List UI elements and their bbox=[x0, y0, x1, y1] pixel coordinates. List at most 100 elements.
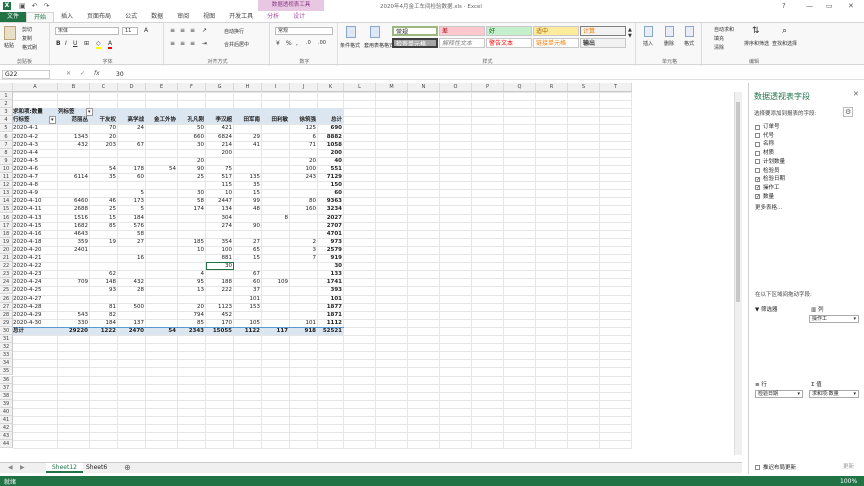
pivot-value-cell[interactable]: 25 bbox=[178, 173, 206, 181]
pivot-value-cell[interactable]: 54 bbox=[146, 165, 178, 173]
row-header[interactable]: 10 bbox=[0, 164, 13, 173]
orientation-icon[interactable]: ↗ bbox=[202, 27, 207, 34]
pivot-value-cell[interactable]: 214 bbox=[206, 141, 234, 149]
pivot-value-cell[interactable]: 101 bbox=[290, 319, 318, 327]
row-header[interactable]: 12 bbox=[0, 181, 13, 190]
row-header[interactable]: 7 bbox=[0, 140, 13, 149]
pivot-value-cell[interactable]: 109 bbox=[262, 278, 290, 286]
pivot-value-cell[interactable]: 27 bbox=[234, 238, 262, 246]
column-header[interactable]: M bbox=[376, 83, 408, 92]
row-header[interactable]: 27 bbox=[0, 302, 13, 311]
style-good[interactable]: 好 bbox=[486, 26, 532, 36]
row-header[interactable]: 42 bbox=[0, 424, 13, 433]
pivot-row-label[interactable]: 2020-4-2 bbox=[13, 133, 58, 141]
pivot-row-label[interactable]: 2020-4-23 bbox=[13, 270, 58, 278]
row-header[interactable]: 19 bbox=[0, 237, 13, 246]
decimal-increase-icon[interactable]: .0 bbox=[306, 40, 311, 46]
comma-icon[interactable]: , bbox=[296, 40, 298, 47]
pivot-value-cell[interactable]: 95 bbox=[178, 278, 206, 286]
pivot-value-cell[interactable]: 100 bbox=[290, 165, 318, 173]
column-header[interactable]: H bbox=[234, 83, 262, 92]
pivot-value-cell[interactable]: 85 bbox=[178, 319, 206, 327]
pivot-value-cell[interactable]: 517 bbox=[206, 173, 234, 181]
pivot-value-cell[interactable]: 421 bbox=[206, 124, 234, 132]
worksheet-grid[interactable]: A B C D E F G H I J K L M N O P Q R S T 1 2 3 4 5 6 7 8 9 10 11 12 13 14 1… bbox=[0, 83, 742, 455]
pivot-row-label[interactable]: 2020-4-15 bbox=[13, 222, 58, 230]
pivot-value-cell[interactable]: 85 bbox=[90, 222, 118, 230]
enter-icon[interactable]: ✓ bbox=[80, 70, 85, 77]
pivot-value-cell[interactable]: 90 bbox=[178, 165, 206, 173]
row-header[interactable]: 31 bbox=[0, 335, 13, 343]
pivot-value-cell[interactable]: 200 bbox=[206, 149, 234, 157]
pivot-column-header[interactable]: 总计 bbox=[318, 116, 344, 124]
pivot-value-cell[interactable]: 184 bbox=[118, 214, 146, 222]
pivot-column-header[interactable]: 范丽丛 bbox=[58, 116, 90, 124]
insert-cells-button[interactable]: 插入 bbox=[643, 40, 653, 47]
save-icon[interactable]: ▣ bbox=[19, 2, 26, 10]
field-checkbox[interactable] bbox=[755, 150, 760, 156]
pivot-value-cell[interactable]: 973 bbox=[318, 238, 344, 246]
pivot-value-cell[interactable]: 6114 bbox=[58, 173, 90, 181]
field-checkbox[interactable]: ✓ bbox=[755, 176, 760, 182]
pivot-value-cell[interactable]: 153 bbox=[234, 303, 262, 311]
grand-total-cell[interactable]: 2343 bbox=[178, 327, 206, 335]
minimize-icon[interactable]: — bbox=[806, 2, 813, 10]
column-header[interactable]: A bbox=[13, 83, 58, 92]
row-header[interactable]: 30 bbox=[0, 326, 13, 335]
style-check-cell[interactable]: 检查单元格 bbox=[392, 38, 438, 48]
pivot-value-cell[interactable]: 24 bbox=[118, 124, 146, 132]
pivot-value-cell[interactable]: 2401 bbox=[58, 246, 90, 254]
pivot-value-cell[interactable]: 1112 bbox=[318, 319, 344, 327]
grand-total-cell[interactable]: 15055 bbox=[206, 327, 234, 335]
pivot-value-cell[interactable]: 1343 bbox=[58, 133, 90, 141]
format-painter-button[interactable]: 格式刷 bbox=[22, 44, 37, 51]
pivot-value-cell[interactable]: 881 bbox=[206, 254, 234, 262]
pivot-value-cell[interactable]: 25 bbox=[90, 205, 118, 213]
pivot-value-cell[interactable]: 40 bbox=[318, 157, 344, 165]
tab-view[interactable]: 视图 bbox=[196, 12, 222, 22]
pivot-value-cell[interactable]: 359 bbox=[58, 238, 90, 246]
format-cells-icon[interactable] bbox=[685, 26, 694, 37]
pivot-value-cell[interactable]: 27 bbox=[118, 238, 146, 246]
pivot-value-cell[interactable]: 30 bbox=[318, 262, 344, 270]
row-header[interactable]: 25 bbox=[0, 286, 13, 295]
maximize-icon[interactable]: ▭ bbox=[826, 2, 833, 10]
pivot-row-label[interactable]: 2020-4-1 bbox=[13, 124, 58, 132]
align-top-icon[interactable]: ≡ bbox=[170, 27, 175, 34]
grand-total-cell[interactable]: 54 bbox=[146, 327, 178, 335]
pivot-value-cell[interactable]: 16 bbox=[118, 254, 146, 262]
pivot-row-label[interactable]: 2020-4-18 bbox=[13, 238, 58, 246]
pivot-column-header[interactable]: 李汉超 bbox=[206, 116, 234, 124]
pane-settings-icon[interactable]: ⚙ bbox=[843, 107, 854, 117]
pivot-value-cell[interactable]: 5 bbox=[118, 205, 146, 213]
cut-button[interactable]: 剪切 bbox=[22, 26, 32, 33]
pivot-value-cell[interactable]: 160 bbox=[290, 205, 318, 213]
pivot-value-cell[interactable]: 30 bbox=[178, 141, 206, 149]
pivot-value-cell[interactable]: 60 bbox=[118, 173, 146, 181]
pivot-column-header[interactable]: 干友权 bbox=[90, 116, 118, 124]
pivot-value-cell[interactable]: 10 bbox=[206, 189, 234, 197]
merge-center-button[interactable]: 合并后居中 bbox=[224, 41, 249, 48]
pivot-value-cell[interactable]: 58 bbox=[118, 230, 146, 238]
tab-data[interactable]: 数据 bbox=[144, 12, 170, 22]
pivot-value-cell[interactable]: 4701 bbox=[318, 230, 344, 238]
pivot-row-label[interactable]: 2020-4-11 bbox=[13, 205, 58, 213]
pivot-value-cell[interactable]: 1682 bbox=[58, 222, 90, 230]
pivot-value-cell[interactable]: 135 bbox=[234, 173, 262, 181]
pivot-row-label[interactable]: 2020-4-30 bbox=[13, 319, 58, 327]
row-header[interactable]: 6 bbox=[0, 132, 13, 141]
paste-icon[interactable] bbox=[4, 26, 16, 40]
pivot-value-cell[interactable]: 1058 bbox=[318, 141, 344, 149]
row-header[interactable]: 34 bbox=[0, 359, 13, 368]
find-select-icon[interactable]: ⌕ bbox=[782, 26, 787, 36]
format-cells-button[interactable]: 格式 bbox=[684, 40, 694, 47]
pivot-value-cell[interactable]: 8882 bbox=[318, 133, 344, 141]
filter-dropdown-icon[interactable]: ▾ bbox=[49, 116, 56, 125]
column-header[interactable]: J bbox=[290, 83, 318, 92]
pivot-value-cell[interactable]: 9363 bbox=[318, 197, 344, 205]
border-icon[interactable]: ⊞ bbox=[84, 40, 89, 47]
indent-icon[interactable]: ⇥ bbox=[202, 40, 207, 47]
style-neutral[interactable]: 适中 bbox=[533, 26, 579, 36]
grand-total-cell[interactable]: 52521 bbox=[318, 327, 344, 335]
pivot-value-cell[interactable]: 576 bbox=[118, 222, 146, 230]
